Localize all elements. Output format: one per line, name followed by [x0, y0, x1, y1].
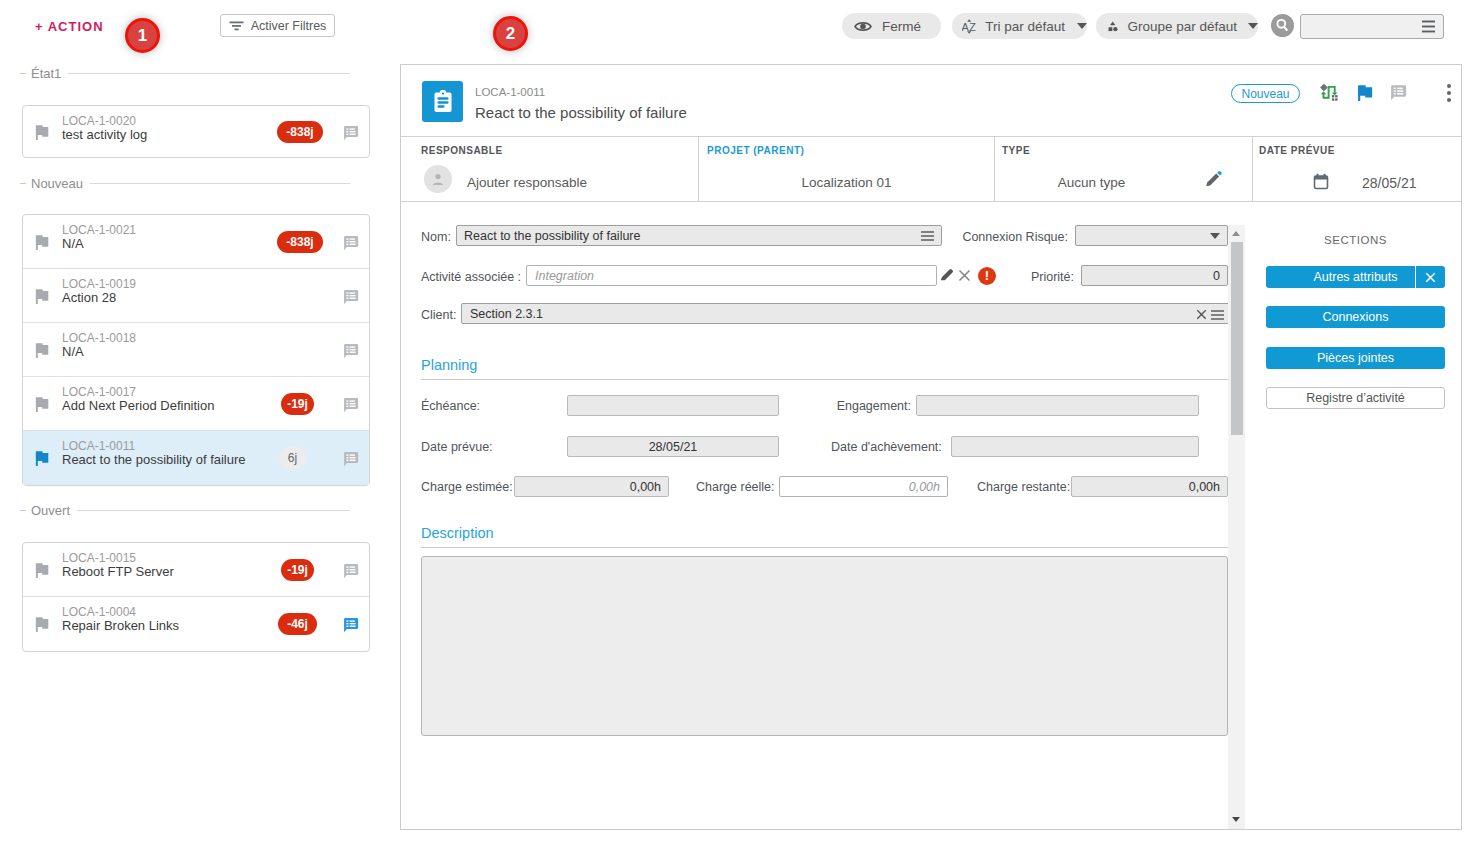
svg-text:Z: Z: [969, 20, 976, 32]
